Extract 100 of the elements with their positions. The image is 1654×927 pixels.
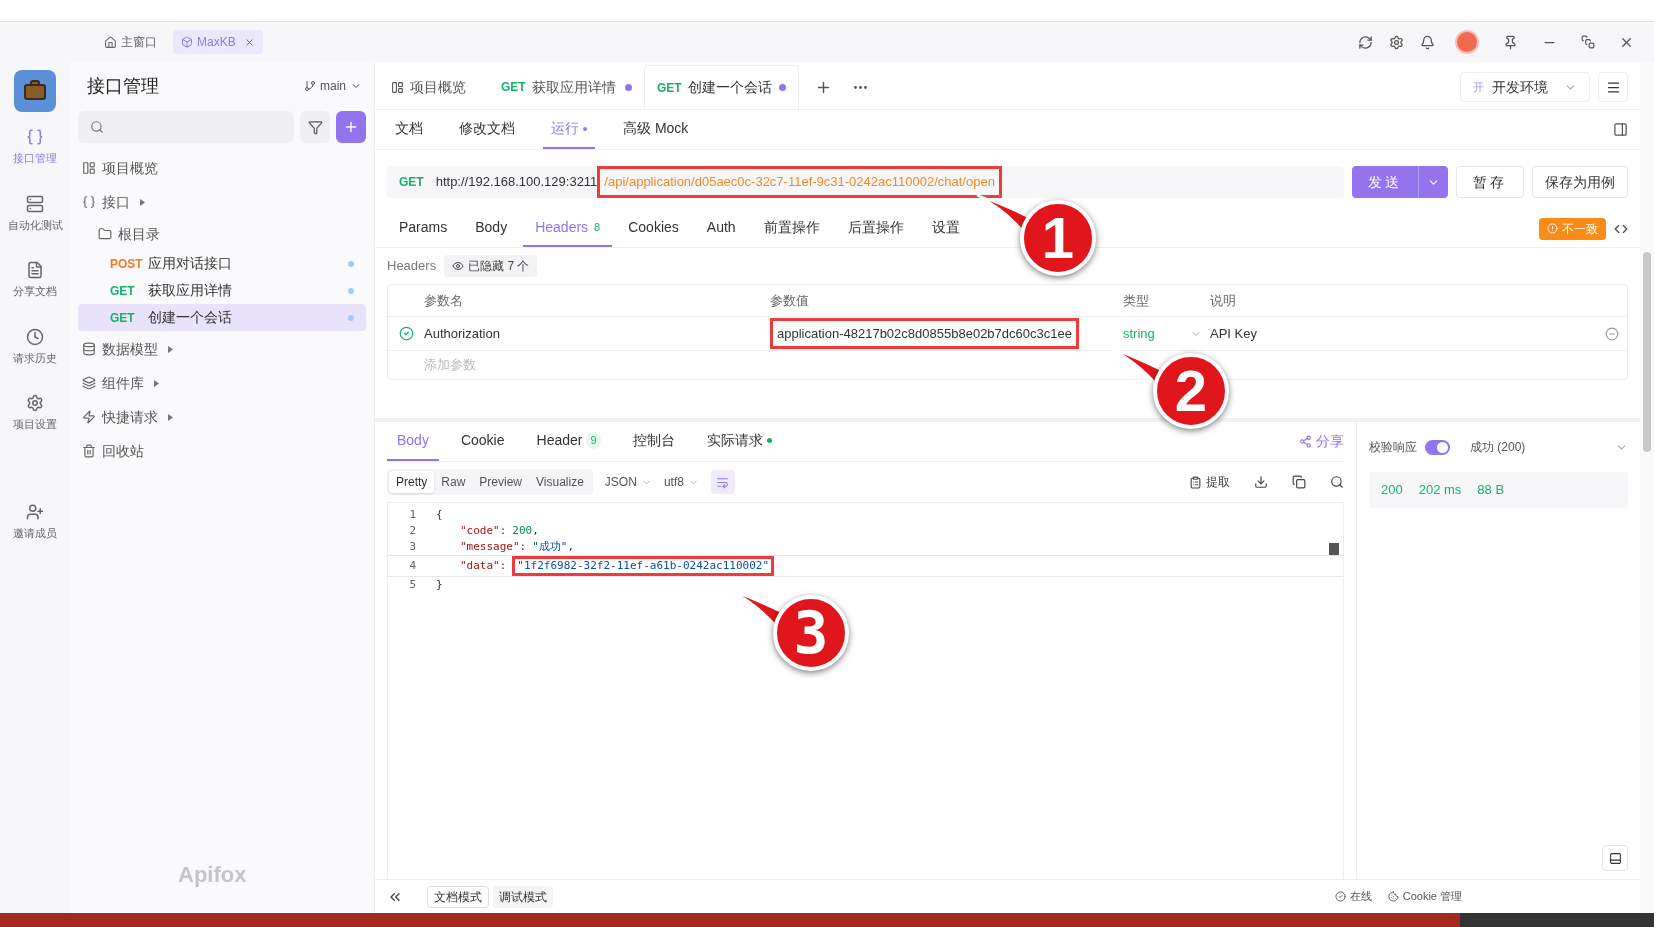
document-tab[interactable]: GET 创建一个会话 (644, 65, 799, 109)
validation-result: 成功 (200) (1470, 439, 1527, 456)
tree-icon (82, 376, 96, 390)
json-key: "message": (460, 538, 527, 556)
rail-item[interactable]: 请求历史 (0, 327, 70, 366)
enabled-checkbox[interactable] (398, 326, 414, 341)
tree-item[interactable]: 数据模型 (78, 333, 366, 365)
layout-button[interactable] (1602, 845, 1628, 871)
tree-icon (82, 195, 96, 209)
pin-icon[interactable] (1503, 34, 1518, 50)
encoding-select[interactable]: utf8 (663, 473, 699, 491)
view-mode-tab[interactable]: Pretty (389, 471, 435, 493)
param-tab[interactable]: 前置操作 (751, 210, 832, 247)
url-field[interactable]: GET http://192.168.100.129:3211 /api/application/d05aec0c-32c7-11ef-9c31-0242ac110002/chat/open (387, 166, 1344, 198)
hidden-headers-button[interactable]: 已隐藏 7 个 (444, 255, 538, 277)
overview-icon (391, 80, 404, 94)
tree-item[interactable]: 组件库 (78, 367, 366, 399)
param-tab[interactable]: Body (463, 210, 520, 247)
filter-button[interactable] (300, 111, 330, 143)
save-temp-button[interactable]: 暂存 (1456, 166, 1524, 198)
tab-label: 获取应用详情 (531, 77, 617, 97)
environment-selector[interactable]: 开 开发环境 (1460, 72, 1590, 102)
column-header: 说明 (1210, 291, 1236, 310)
view-tab[interactable]: 文档 (387, 110, 431, 149)
table-cell-text: Authorization (424, 324, 501, 343)
view-tab[interactable]: 修改文档 (451, 110, 523, 149)
save-case-button[interactable]: 保存为用例 (1532, 166, 1628, 198)
validation-toggle[interactable] (1425, 439, 1450, 455)
refresh-icon[interactable] (1358, 34, 1373, 50)
tree-item[interactable]: 快捷请求 (78, 401, 366, 433)
document-tab[interactable]: 项目概览 (379, 65, 489, 109)
extract-icon (1189, 475, 1202, 489)
api-item[interactable]: GET 获取应用详情 (78, 277, 366, 304)
api-name: 创建一个会话 (148, 308, 233, 327)
response-tab[interactable]: Header 9 (526, 422, 611, 461)
settings-icon[interactable] (1389, 34, 1404, 50)
window-tab[interactable]: 主窗口 (96, 30, 165, 54)
branch-selector[interactable]: main (304, 77, 362, 95)
project-logo[interactable] (14, 70, 56, 112)
tree-item[interactable]: 根目录 (78, 218, 366, 250)
api-item[interactable]: GET 创建一个会话 (78, 304, 366, 331)
menu-button[interactable] (1598, 72, 1628, 102)
view-mode-tab[interactable]: Visualize (529, 471, 591, 493)
json-value: "成功" (532, 538, 568, 555)
tree-icon (82, 444, 96, 458)
validation-label: 校验响应 (1369, 439, 1417, 456)
cookie-icon (1387, 891, 1399, 902)
tree-label: 接口 (102, 192, 130, 212)
extract-button[interactable]: 提取 (1189, 473, 1230, 491)
restore-icon[interactable] (1581, 35, 1595, 49)
document-tab[interactable]: GET 获取应用详情 (489, 65, 644, 109)
mode-tab[interactable]: 文档模式 (427, 885, 489, 908)
response-tab[interactable]: 控制台 (622, 422, 685, 461)
api-item[interactable]: POST 应用对话接口 (78, 250, 366, 277)
param-tab[interactable]: Headers 8 (523, 210, 613, 247)
home-icon (104, 35, 117, 49)
doc-icon (26, 261, 44, 279)
view-mode-tab[interactable]: Preview (472, 471, 530, 493)
settings-icon (26, 394, 44, 412)
panel-icon[interactable] (1613, 122, 1628, 137)
search-icon[interactable] (1330, 475, 1344, 489)
status-item[interactable]: 在线 (1334, 888, 1372, 905)
view-tab[interactable]: 运行 (543, 110, 595, 149)
tree-item[interactable]: 接口 (78, 186, 366, 218)
response-tab[interactable]: Cookie (450, 422, 515, 461)
copy-icon[interactable] (1292, 475, 1306, 489)
view-tab[interactable]: 高级 Mock (615, 110, 697, 149)
remove-icon[interactable] (1605, 326, 1619, 341)
rail-item[interactable]: 分享文档 (0, 261, 70, 300)
status-item[interactable]: Cookie 管理 (1387, 888, 1462, 905)
tree-item[interactable]: 项目概览 (78, 152, 366, 184)
mode-tab[interactable]: 调试模式 (493, 885, 553, 908)
add-button[interactable] (336, 111, 366, 143)
rail-item[interactable]: 自动化测试 (0, 194, 70, 233)
param-tab[interactable]: 后置操作 (835, 210, 916, 247)
tree-label: 回收站 (102, 441, 144, 461)
tree-item[interactable]: 回收站 (78, 435, 366, 467)
rail-item[interactable]: 项目设置 (0, 394, 70, 433)
share-link[interactable]: 分享 (1299, 431, 1344, 452)
view-mode-tab[interactable]: Raw (434, 471, 473, 493)
download-icon[interactable] (1254, 475, 1268, 489)
tree-label: 项目概览 (102, 158, 158, 178)
send-button[interactable]: 发送 (1352, 166, 1448, 198)
param-tab[interactable]: Auth (694, 210, 748, 247)
json-key: "code": (460, 522, 507, 540)
response-tab[interactable]: 实际请求 (696, 422, 782, 461)
wrap-button[interactable] (710, 470, 735, 494)
param-tab[interactable]: Params (387, 210, 460, 247)
notification-icon[interactable] (1420, 34, 1435, 50)
api-name: 应用对话接口 (148, 254, 233, 273)
user-avatar[interactable] (1455, 30, 1479, 54)
rail-item[interactable]: 邀请成员 (0, 502, 70, 541)
count-label: 8 (594, 220, 601, 236)
code-text: { (436, 506, 443, 523)
line-number: 3 (408, 538, 416, 555)
param-tab[interactable]: Cookies (616, 210, 691, 247)
search-field[interactable] (78, 111, 294, 143)
response-tab[interactable]: Body (387, 422, 439, 461)
param-tab[interactable]: 设置 (919, 210, 972, 247)
format-select[interactable]: JSON (604, 473, 652, 491)
